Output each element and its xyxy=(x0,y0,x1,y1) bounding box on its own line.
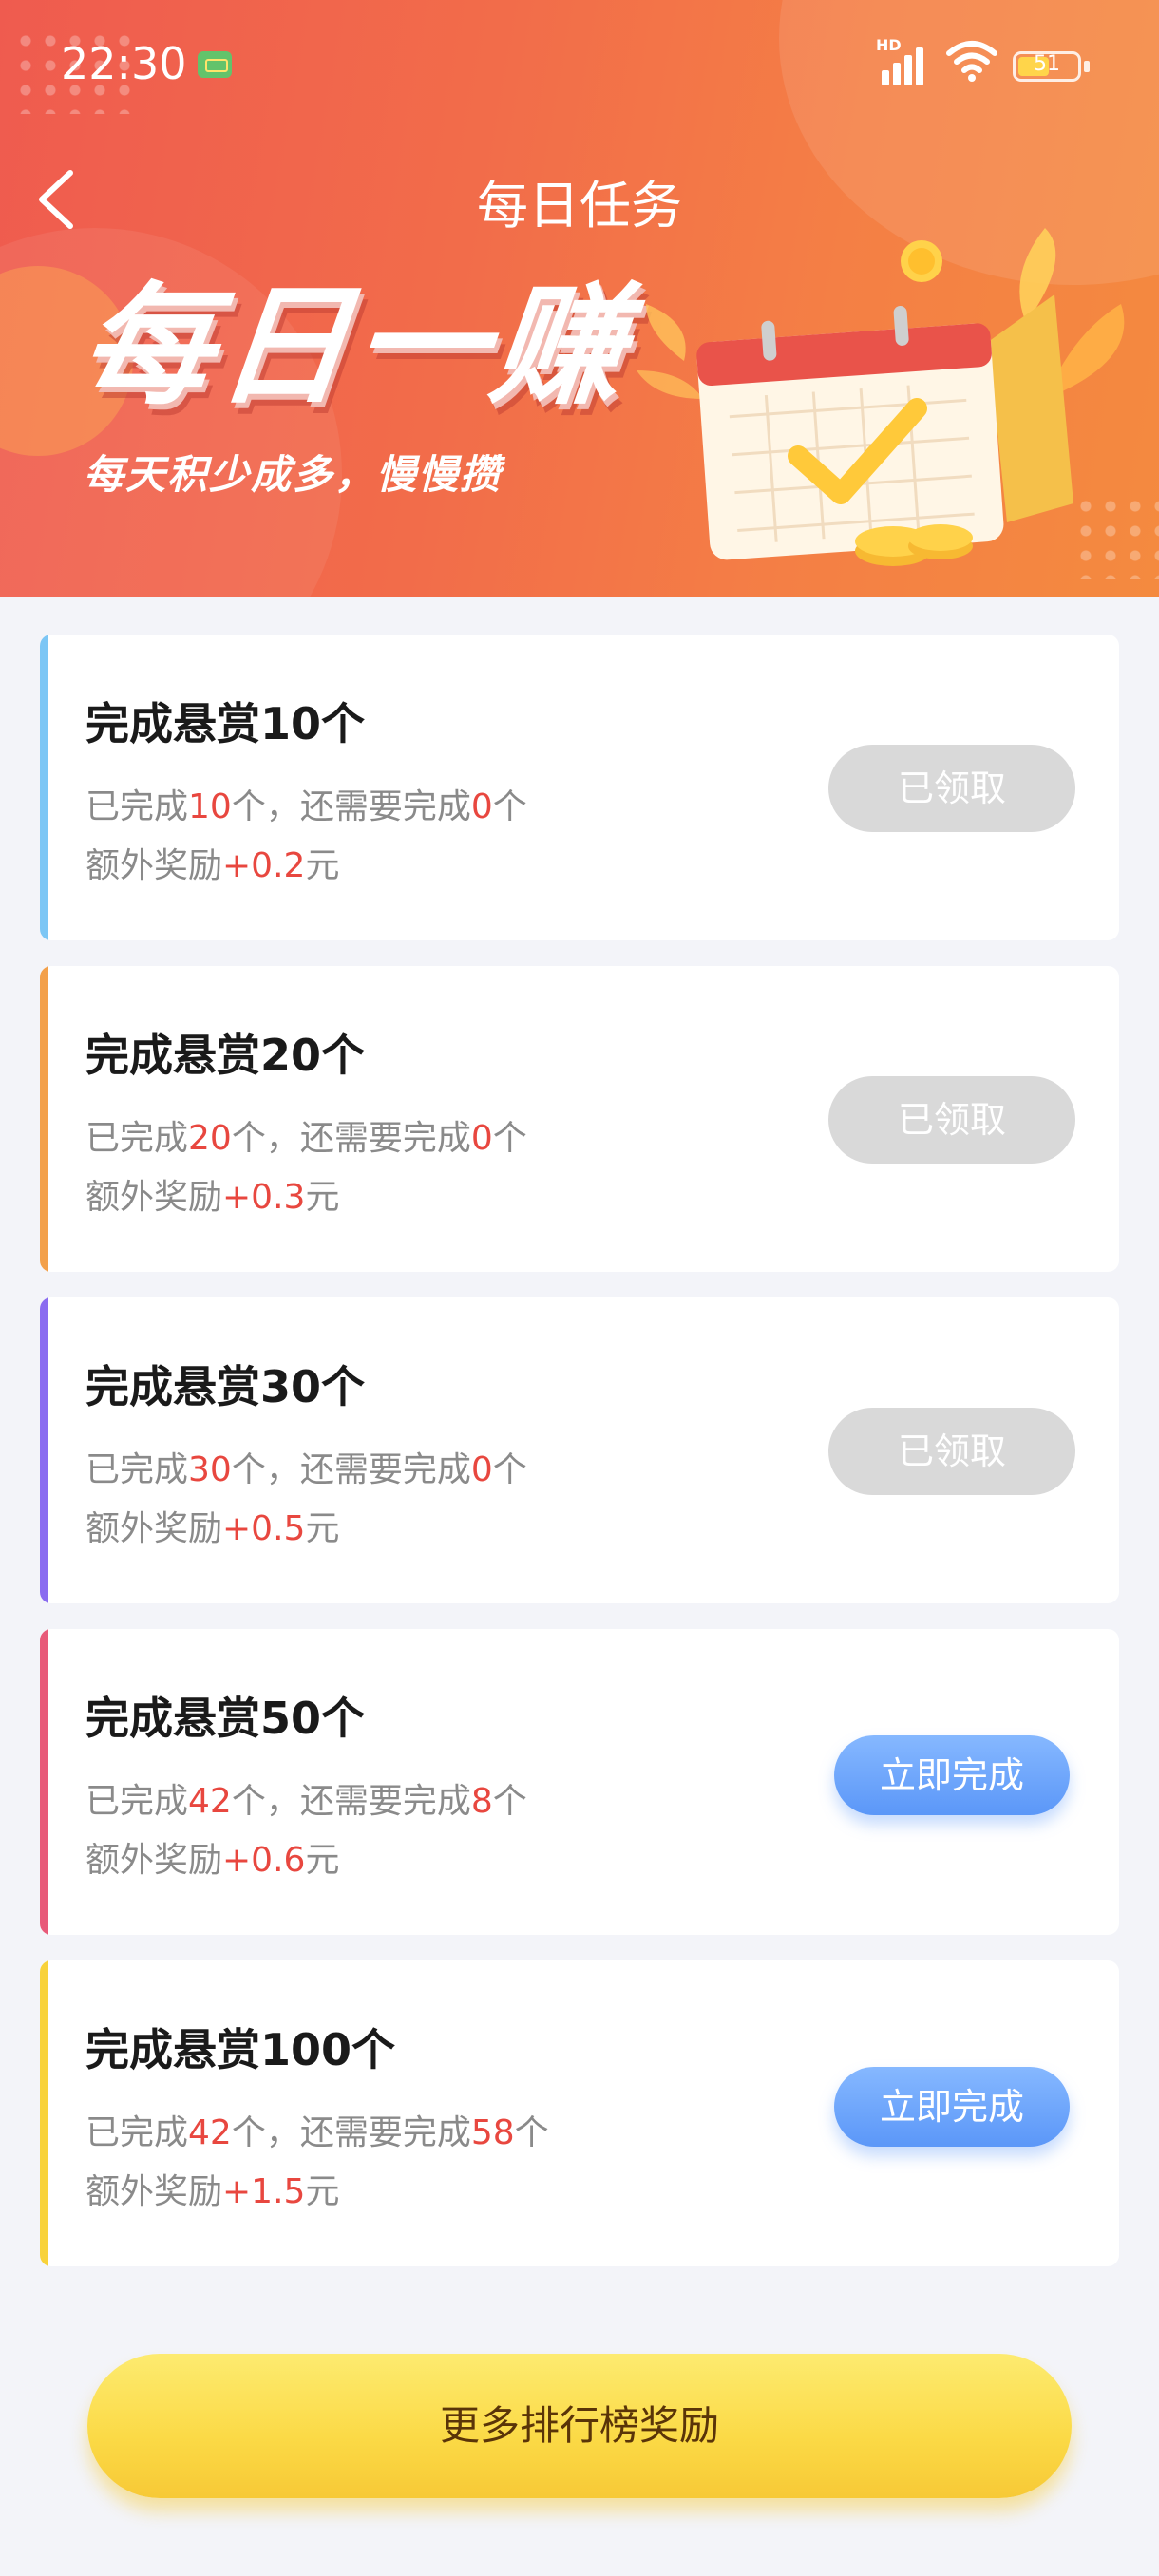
task-title: 完成悬赏10个 xyxy=(86,698,366,749)
task-progress: 已完成10个，还需要完成0个 xyxy=(86,787,527,826)
card-accent-bar xyxy=(40,1629,48,1935)
task-card: 完成悬赏30个 已完成30个，还需要完成0个 额外奖励+0.5元 已领取 xyxy=(40,1297,1119,1603)
claimed-button: 已领取 xyxy=(828,745,1075,832)
task-reward: 额外奖励+0.5元 xyxy=(86,1509,340,1548)
completed-count: 10 xyxy=(188,787,232,826)
more-leaderboard-rewards-button[interactable]: 更多排行榜奖励 xyxy=(87,2354,1072,2498)
remaining-count: 8 xyxy=(470,1782,493,1821)
reward-amount: +0.3 xyxy=(222,1178,306,1217)
card-accent-bar xyxy=(40,1297,48,1603)
card-accent-bar xyxy=(40,966,48,1272)
complete-now-button[interactable]: 立即完成 xyxy=(834,2067,1070,2147)
claimed-button: 已领取 xyxy=(828,1408,1075,1495)
task-title: 完成悬赏30个 xyxy=(86,1361,366,1412)
card-accent-bar xyxy=(40,635,48,940)
task-card: 完成悬赏10个 已完成10个，还需要完成0个 额外奖励+0.2元 已领取 xyxy=(40,635,1119,940)
reward-amount: +1.5 xyxy=(222,2172,306,2211)
app-notification-icon xyxy=(198,51,232,78)
reward-amount: +0.2 xyxy=(222,846,306,885)
wifi-icon xyxy=(946,41,998,82)
task-card: 完成悬赏20个 已完成20个，还需要完成0个 额外奖励+0.3元 已领取 xyxy=(40,966,1119,1272)
hero-subtitle: 每天积少成多，慢慢攒 xyxy=(84,451,503,498)
battery-icon: 51 xyxy=(1013,51,1081,82)
remaining-count: 0 xyxy=(470,1450,493,1489)
status-time: 22:30 xyxy=(61,38,187,89)
task-progress: 已完成42个，还需要完成58个 xyxy=(86,2113,549,2152)
task-title: 完成悬赏100个 xyxy=(86,2024,396,2075)
task-card: 完成悬赏50个 已完成42个，还需要完成8个 额外奖励+0.6元 立即完成 xyxy=(40,1629,1119,1935)
battery-level: 51 xyxy=(1034,52,1060,76)
task-reward: 额外奖励+0.2元 xyxy=(86,846,340,885)
task-title: 完成悬赏50个 xyxy=(86,1693,366,1744)
task-progress: 已完成30个，还需要完成0个 xyxy=(86,1450,527,1489)
reward-amount: +0.6 xyxy=(222,1841,306,1880)
card-accent-bar xyxy=(40,1960,48,2266)
remaining-count: 0 xyxy=(470,787,493,826)
task-title: 完成悬赏20个 xyxy=(86,1030,366,1081)
header-banner: 22:30 HD 51 每日任务 每日一赚 每天积少成多，慢慢攒 xyxy=(0,0,1159,597)
claimed-button: 已领取 xyxy=(828,1076,1075,1164)
task-progress: 已完成20个，还需要完成0个 xyxy=(86,1119,527,1158)
completed-count: 30 xyxy=(188,1450,232,1489)
completed-count: 42 xyxy=(188,1782,232,1821)
task-reward: 额外奖励+0.6元 xyxy=(86,1841,340,1880)
complete-now-button[interactable]: 立即完成 xyxy=(834,1735,1070,1815)
task-reward: 额外奖励+1.5元 xyxy=(86,2172,340,2211)
signal-icon xyxy=(878,36,931,85)
completed-count: 20 xyxy=(188,1119,232,1158)
calendar-check-icon xyxy=(636,228,1125,566)
status-bar: 22:30 HD 51 xyxy=(0,0,1159,133)
task-reward: 额外奖励+0.3元 xyxy=(86,1178,340,1217)
completed-count: 42 xyxy=(188,2113,232,2152)
reward-amount: +0.5 xyxy=(222,1509,306,1548)
remaining-count: 58 xyxy=(470,2113,515,2152)
battery-tip xyxy=(1084,61,1090,72)
task-card: 完成悬赏100个 已完成42个，还需要完成58个 额外奖励+1.5元 立即完成 xyxy=(40,1960,1119,2266)
hero-title: 每日一赚 xyxy=(73,270,637,423)
task-progress: 已完成42个，还需要完成8个 xyxy=(86,1782,527,1821)
remaining-count: 0 xyxy=(470,1119,493,1158)
